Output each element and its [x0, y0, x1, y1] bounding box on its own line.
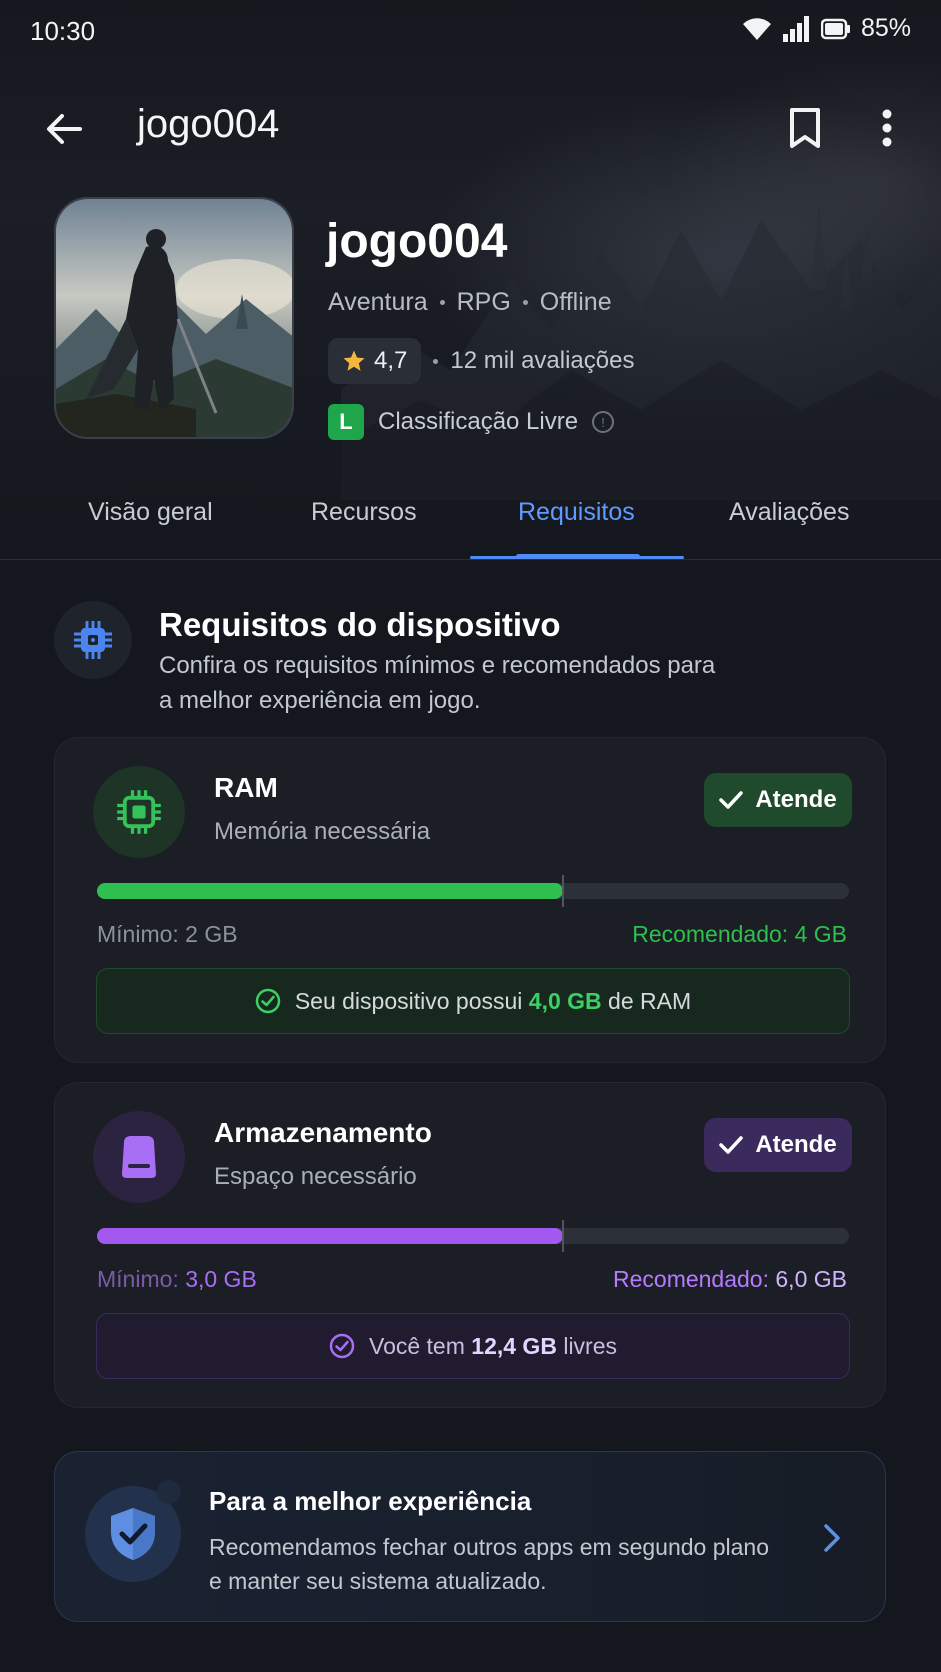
check-icon	[719, 1136, 744, 1154]
storage-rec-value: 6,0 GB	[775, 1266, 847, 1292]
status-icons: 85%	[741, 14, 911, 43]
app-bar: jogo004	[0, 88, 941, 168]
storage-requirement-card: Armazenamento Espaço necessário Atende M…	[54, 1082, 886, 1408]
more-vert-icon	[882, 109, 892, 147]
info-icon[interactable]: !	[592, 411, 615, 433]
ram-icon-container	[93, 766, 185, 858]
genre-tag[interactable]: Aventura	[328, 288, 428, 317]
storage-status-label: Atende	[755, 1131, 837, 1158]
storage-note-text: Você tem 12,4 GB livres	[369, 1333, 617, 1360]
chip-icon	[74, 621, 112, 659]
status-time: 10:30	[30, 16, 96, 46]
rating-chip[interactable]: 4,7	[328, 338, 422, 384]
mountain-silhouette	[341, 200, 941, 500]
rating-value: 4,7	[374, 347, 408, 374]
storage-note-suffix: livres	[556, 1332, 617, 1359]
ram-status-badge[interactable]: Atende	[704, 773, 852, 827]
chip-icon	[117, 790, 161, 834]
ram-title: RAM	[214, 772, 278, 803]
check-icon	[719, 791, 744, 809]
genre-tag[interactable]: Offline	[540, 288, 612, 317]
age-rating-badge: L	[328, 404, 364, 440]
ram-device-note: Seu dispositivo possui 4,0 GB de RAM	[96, 968, 850, 1034]
ram-subtitle: Memória necessária	[214, 818, 431, 845]
storage-drive-icon	[122, 1136, 156, 1178]
check-circle-icon	[255, 988, 281, 1014]
genre-tag[interactable]: RPG	[457, 288, 511, 317]
separator-dot	[439, 300, 445, 305]
ram-min-marker	[562, 875, 565, 907]
genre-list: Aventura RPG Offline	[328, 288, 612, 317]
back-button[interactable]	[36, 104, 92, 154]
ram-rec-label: Recomendado: 4 GB	[632, 921, 847, 947]
storage-status-badge[interactable]: Atende	[704, 1118, 852, 1172]
tip-decoration-dot	[157, 1480, 181, 1504]
storage-subtitle: Espaço necessário	[214, 1163, 417, 1190]
wifi-icon	[742, 17, 771, 40]
storage-icon-container	[93, 1111, 185, 1203]
storage-note-prefix: Você tem	[369, 1332, 472, 1359]
ram-progress-fill	[97, 883, 564, 899]
tab-features[interactable]: Recursos	[311, 498, 417, 527]
storage-note-value: 12,4 GB	[471, 1332, 557, 1359]
storage-min-label: Mínimo: 3,0 GB	[97, 1266, 257, 1293]
back-arrow-icon	[47, 114, 82, 144]
ram-note-value: 4,0 GB	[528, 987, 602, 1014]
storage-rec-label: Recomendado: 6,0 GB	[613, 1266, 847, 1293]
ram-progress-track	[97, 875, 849, 907]
separator-dot	[433, 358, 439, 364]
tab-bar: Visão geral Recursos Requisitos Avaliaçõ…	[0, 478, 941, 560]
separator-dot	[522, 300, 528, 305]
rating-row: 4,7 12 mil avaliações	[328, 338, 634, 384]
storage-min-prefix: Mínimo:	[97, 1266, 186, 1292]
ram-requirement-card: RAM Memória necessária Atende Mínimo: 2 …	[54, 737, 886, 1063]
status-bar: 10:30 85%	[0, 0, 941, 64]
ram-note-text: Seu dispositivo possui 4,0 GB de RAM	[295, 988, 691, 1015]
tip-title: Para a melhor experiência	[209, 1486, 532, 1516]
tab-overview[interactable]: Visão geral	[88, 498, 213, 527]
bookmark-icon	[790, 108, 820, 148]
more-options-button[interactable]	[862, 102, 912, 154]
game-cover-image	[54, 197, 294, 439]
chevron-right-icon	[824, 1524, 840, 1552]
app-bar-title: jogo004	[137, 102, 280, 146]
tab-requirements[interactable]: Requisitos	[518, 498, 635, 527]
storage-min-value: 3,0 GB	[185, 1266, 257, 1292]
battery-percent: 85%	[860, 14, 911, 42]
game-name: jogo004	[326, 215, 508, 268]
ram-note-suffix: de RAM	[601, 987, 692, 1014]
storage-device-note: Você tem 12,4 GB livres	[96, 1313, 850, 1379]
bookmark-button[interactable]	[780, 102, 830, 154]
storage-progress-track	[97, 1220, 849, 1252]
shield-check-icon	[111, 1508, 155, 1560]
check-circle-icon	[329, 1333, 355, 1359]
reviews-count[interactable]: 12 mil avaliações	[450, 347, 634, 375]
storage-min-marker	[562, 1220, 565, 1252]
storage-title: Armazenamento	[214, 1117, 432, 1148]
storage-progress-fill	[97, 1228, 564, 1244]
section-icon	[54, 601, 132, 679]
signal-icon	[782, 15, 809, 42]
tip-chevron[interactable]	[817, 1518, 847, 1558]
section-description: Confira os requisitos mínimos e recomend…	[159, 652, 716, 714]
classification-label: Classificação Livre	[378, 408, 579, 435]
storage-rec-prefix: Recomendado:	[613, 1266, 776, 1292]
battery-icon	[820, 18, 850, 39]
age-classification: L Classificação Livre !	[328, 404, 615, 440]
tip-description: Recomendamos fechar outros apps em segun…	[209, 1534, 770, 1594]
section-title: Requisitos do dispositivo	[159, 606, 561, 643]
tab-reviews[interactable]: Avaliações	[729, 498, 849, 527]
ram-min-label: Mínimo: 2 GB	[97, 921, 238, 947]
best-experience-tip-card[interactable]: Para a melhor experiência Recomendamos f…	[54, 1451, 886, 1622]
game-cover-art	[56, 199, 292, 437]
ram-note-prefix: Seu dispositivo possui	[294, 987, 529, 1014]
tab-active-indicator-highlight	[516, 554, 640, 559]
star-icon	[343, 350, 365, 371]
ram-status-label: Atende	[755, 786, 837, 813]
